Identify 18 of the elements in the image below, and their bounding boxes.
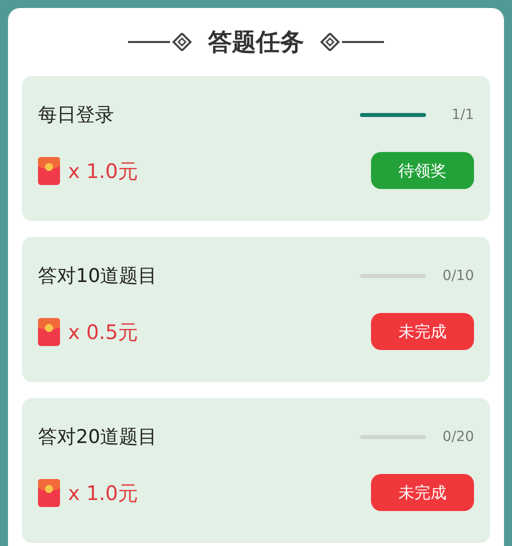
ornament-icon — [128, 33, 194, 51]
progress-count: 1/1 — [450, 106, 474, 124]
task-name: 答对10道题目 — [38, 264, 158, 289]
envelope-icon — [38, 318, 60, 346]
task-name: 每日登录 — [38, 102, 114, 128]
claim-button[interactable]: 待领奖 — [371, 152, 474, 189]
status-button[interactable]: 未完成 — [371, 313, 474, 350]
ornament-icon — [318, 33, 384, 51]
section-title: 答题任务 — [208, 27, 304, 58]
status-button[interactable]: 未完成 — [371, 474, 474, 511]
reward-amount: x 1.0元 — [68, 480, 138, 506]
progress-count: 0/20 — [442, 428, 474, 446]
reward-amount: x 0.5元 — [68, 318, 138, 346]
progress-count: 0/10 — [442, 266, 474, 286]
envelope-icon — [38, 478, 60, 506]
task-name: 答对20道题目 — [38, 424, 158, 450]
envelope-icon — [38, 156, 60, 184]
reward-amount: x 1.0元 — [68, 158, 138, 184]
